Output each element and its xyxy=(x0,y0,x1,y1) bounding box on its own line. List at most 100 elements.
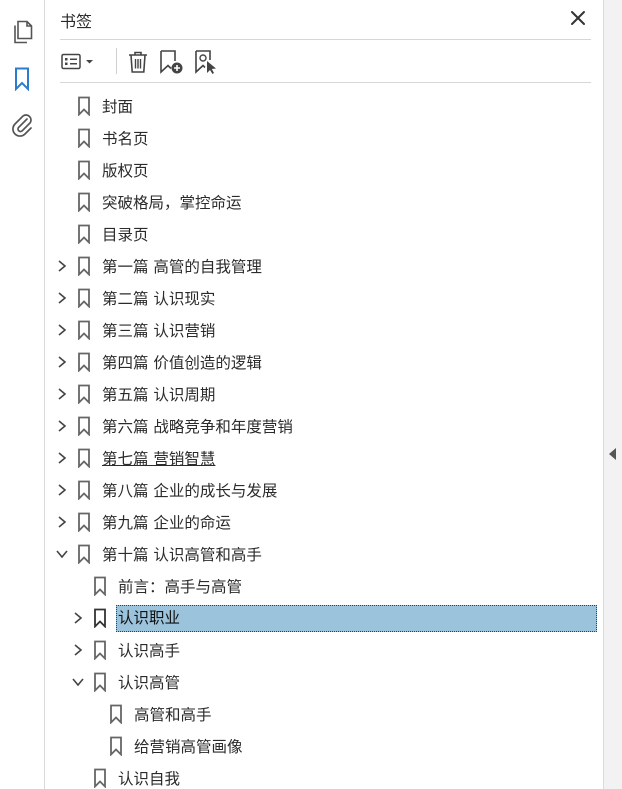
bookmark-icon xyxy=(108,736,124,756)
bookmark-row[interactable]: 第六篇 战略竞争和年度营销 xyxy=(54,411,293,441)
chevron-right-icon[interactable] xyxy=(54,258,70,274)
bookmark-row[interactable]: 封面 xyxy=(54,91,133,121)
close-icon xyxy=(571,11,585,25)
bookmarks-button[interactable] xyxy=(8,65,36,93)
new-bookmark-icon xyxy=(160,50,183,74)
close-button[interactable] xyxy=(569,9,587,27)
bookmark-row[interactable]: 认识高手 xyxy=(70,635,180,665)
bookmark-row[interactable]: 第三篇 认识营销 xyxy=(54,315,215,345)
chevron-right-icon[interactable] xyxy=(70,642,86,658)
options-menu-button[interactable] xyxy=(60,48,98,76)
bookmark-label: 认识高手 xyxy=(118,642,181,660)
bookmark-icon xyxy=(76,96,92,116)
bookmark-label: 第一篇 高管的自我管理 xyxy=(102,258,262,276)
options-menu-icon xyxy=(61,53,93,70)
bookmark-row[interactable]: 第八篇 企业的成长与发展 xyxy=(54,475,277,505)
bookmark-row[interactable]: 目录页 xyxy=(54,219,149,249)
bookmark-label: 认识自我 xyxy=(118,770,181,788)
bookmark-icon xyxy=(76,384,92,404)
bookmark-label: 第十篇 认识高管和高手 xyxy=(102,546,262,564)
bookmark-from-selection-icon xyxy=(195,50,216,74)
pages-button[interactable] xyxy=(8,18,36,46)
bookmark-icon xyxy=(76,160,92,180)
bookmark-icon xyxy=(76,320,92,340)
chevron-right-icon[interactable] xyxy=(54,418,70,434)
bookmark-icon xyxy=(15,67,29,91)
bookmark-row[interactable]: 认识自我 xyxy=(70,763,180,789)
bookmark-row[interactable]: 第一篇 高管的自我管理 xyxy=(54,251,262,281)
bookmark-label: 高管和高手 xyxy=(134,706,212,724)
bookmark-row[interactable]: 第十篇 认识高管和高手 xyxy=(54,539,262,569)
chevron-right-icon[interactable] xyxy=(54,386,70,402)
bookmark-label: 第五篇 认识周期 xyxy=(102,386,216,404)
chevron-right-icon[interactable] xyxy=(54,482,70,498)
chevron-down-icon[interactable] xyxy=(54,546,70,562)
bookmark-label: 目录页 xyxy=(102,226,149,244)
chevron-right-icon[interactable] xyxy=(54,322,70,338)
bookmark-label: 版权页 xyxy=(102,162,149,180)
bookmark-row[interactable]: 第七篇 营销智慧 xyxy=(54,443,215,473)
bookmark-icon xyxy=(76,128,92,148)
bookmark-row[interactable]: 第四篇 价值创造的逻辑 xyxy=(54,347,262,377)
bookmark-row[interactable]: 第五篇 认识周期 xyxy=(54,379,215,409)
collapse-arrow-icon[interactable] xyxy=(609,448,616,460)
chevron-right-icon[interactable] xyxy=(54,514,70,530)
bookmark-label: 第六篇 战略竞争和年度营销 xyxy=(102,418,293,436)
chevron-right-icon[interactable] xyxy=(54,450,70,466)
bookmark-label: 书名页 xyxy=(102,130,149,148)
panel-header: 书签 xyxy=(60,0,591,40)
toolbar-separator xyxy=(116,48,117,74)
bookmark-icon xyxy=(76,256,92,276)
bookmark-icon xyxy=(76,544,92,564)
bookmark-icon xyxy=(76,224,92,244)
navigation-rail xyxy=(0,0,45,789)
right-pane-gutter xyxy=(603,0,622,789)
bookmark-icon xyxy=(92,768,108,788)
chevron-down-icon[interactable] xyxy=(70,674,86,690)
bookmark-label: 认识高管 xyxy=(118,674,181,692)
bookmark-label: 封面 xyxy=(102,98,134,116)
pages-icon xyxy=(14,20,33,44)
bookmark-label: 前言：高手与高管 xyxy=(118,578,243,596)
bookmark-row[interactable]: 版权页 xyxy=(54,155,149,185)
bookmark-icon xyxy=(76,192,92,212)
bookmark-icon xyxy=(92,608,108,628)
chevron-right-icon[interactable] xyxy=(54,290,70,306)
bookmark-label: 第四篇 价值创造的逻辑 xyxy=(102,354,262,372)
bookmark-row[interactable]: 突破格局，掌控命运 xyxy=(54,187,242,217)
attachments-button[interactable] xyxy=(8,110,36,138)
panel-title: 书签 xyxy=(60,12,93,31)
bookmark-label: 给营销高管画像 xyxy=(134,738,243,756)
bookmark-icon xyxy=(76,512,92,532)
bookmarks-panel: 书签 封面 书名页 版权页 突破格局，掌控命运 目录页 第一篇 高管的自我管理 … xyxy=(46,0,603,789)
delete-bookmark-button[interactable] xyxy=(124,48,152,76)
bookmark-row[interactable]: 给营销高管画像 xyxy=(86,731,243,761)
bookmark-row[interactable]: 认识高管 xyxy=(70,667,180,697)
bookmark-label: 第二篇 认识现实 xyxy=(102,290,216,308)
chevron-right-icon[interactable] xyxy=(70,610,86,626)
bookmark-label: 第九篇 企业的命运 xyxy=(102,514,231,532)
chevron-right-icon[interactable] xyxy=(54,354,70,370)
bookmark-row[interactable]: 高管和高手 xyxy=(86,699,212,729)
bookmark-label: 突破格局，掌控命运 xyxy=(102,194,242,212)
bookmark-icon xyxy=(92,640,108,660)
bookmarks-toolbar xyxy=(60,40,591,83)
bookmark-icon xyxy=(76,288,92,308)
bookmark-icon xyxy=(76,416,92,436)
bookmark-row[interactable]: 认识职业 xyxy=(70,603,597,633)
bookmark-row[interactable]: 书名页 xyxy=(54,123,149,153)
bookmark-row[interactable]: 前言：高手与高管 xyxy=(70,571,242,601)
bookmark-icon xyxy=(76,352,92,372)
bookmark-from-selection-button[interactable] xyxy=(192,48,220,76)
bookmark-row[interactable]: 第二篇 认识现实 xyxy=(54,283,215,313)
bookmark-row[interactable]: 第九篇 企业的命运 xyxy=(54,507,231,537)
paperclip-icon xyxy=(12,114,32,137)
new-bookmark-button[interactable] xyxy=(157,48,185,76)
